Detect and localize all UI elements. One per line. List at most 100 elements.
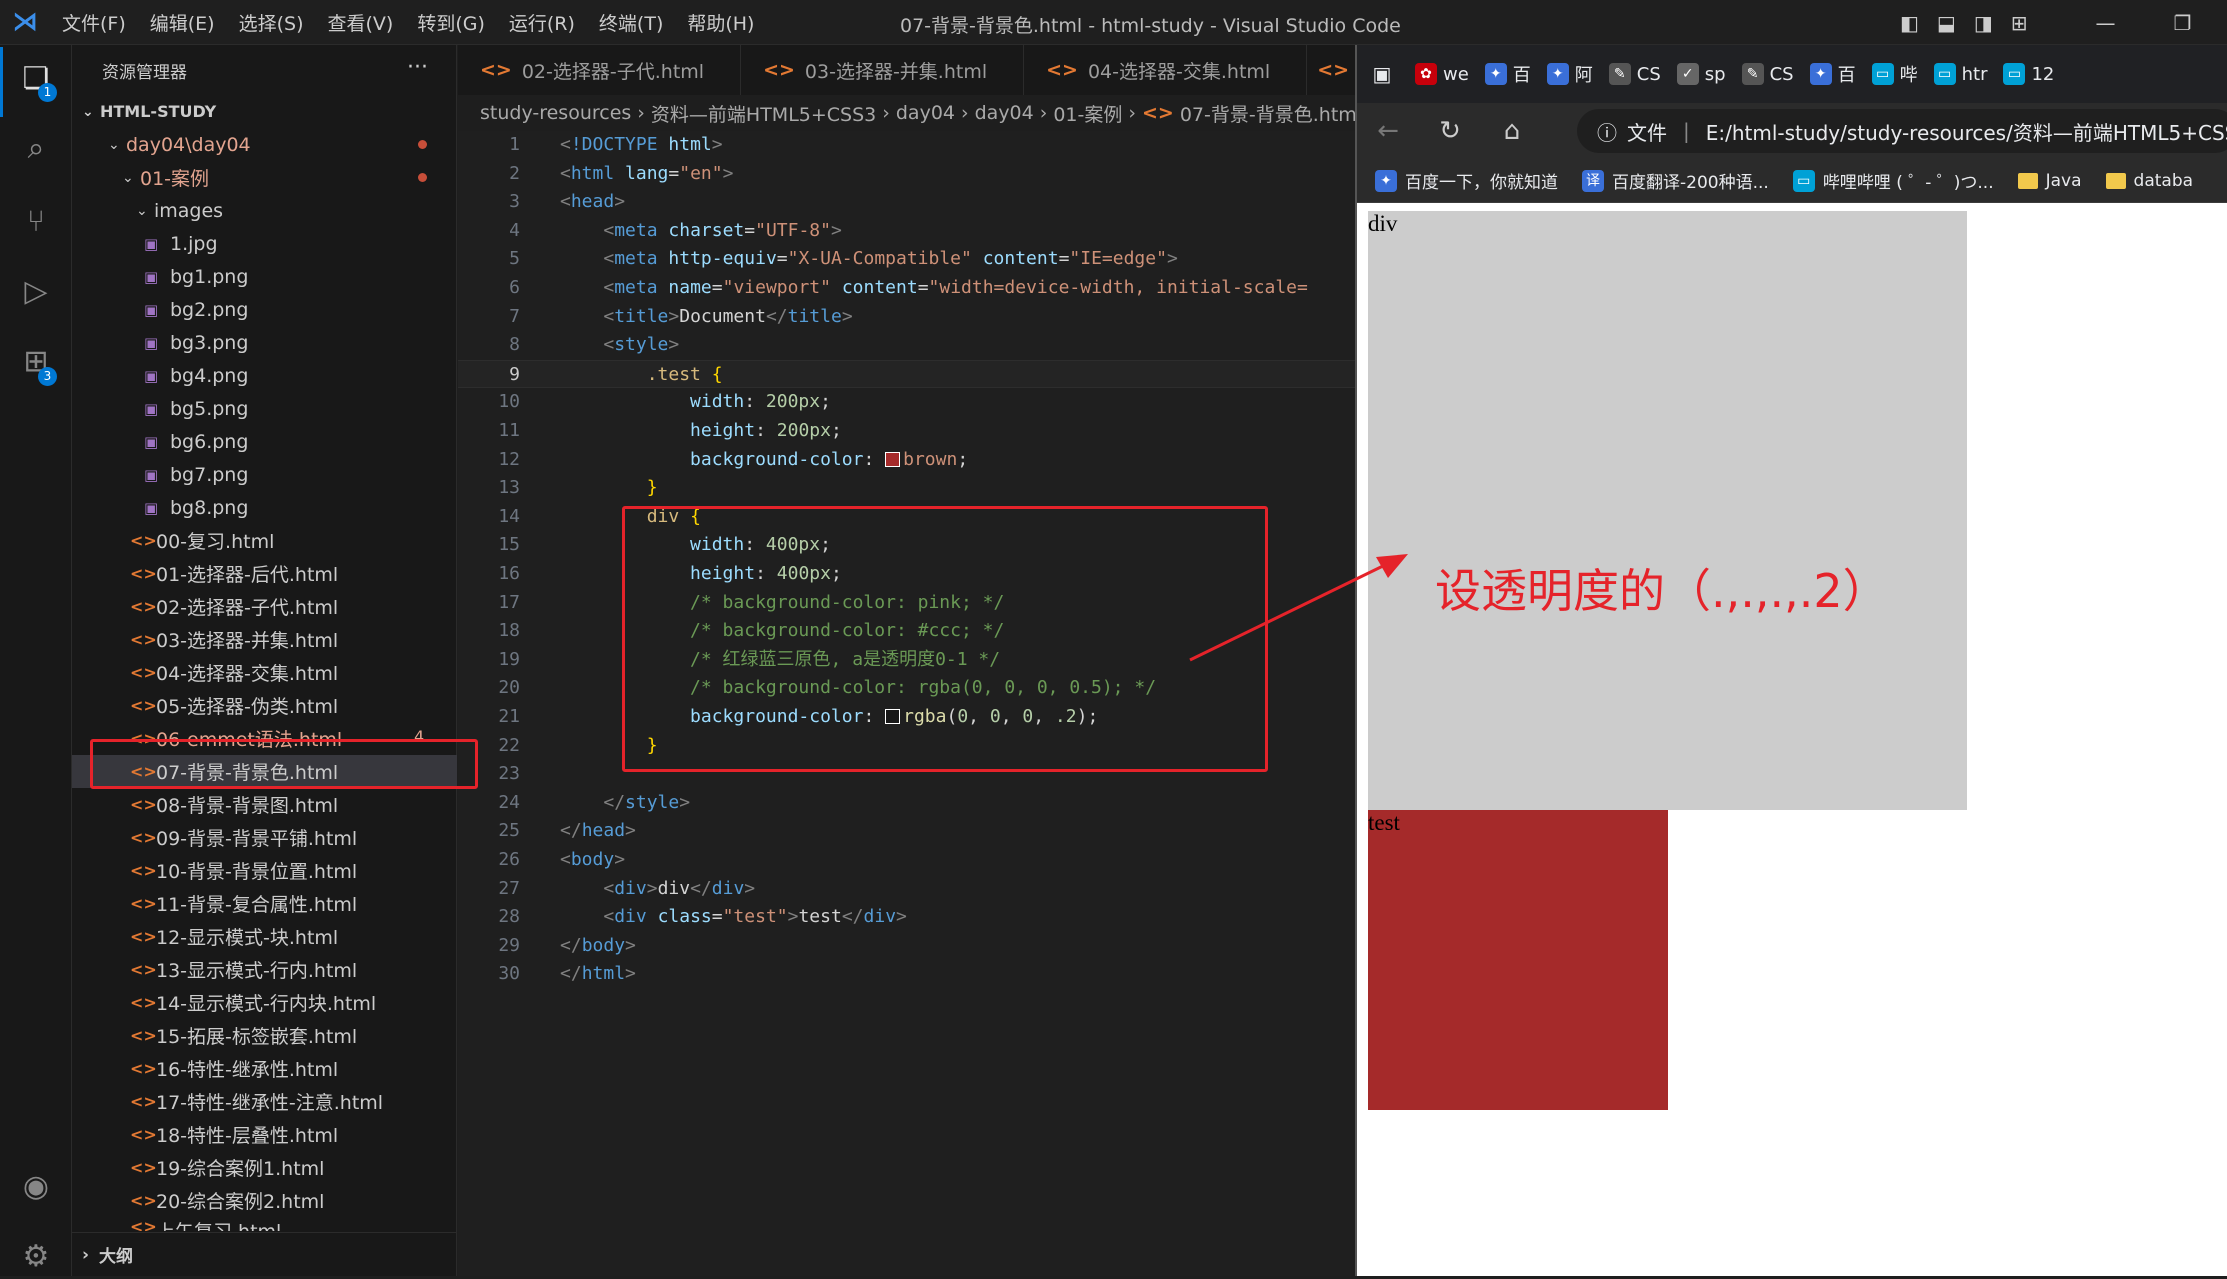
list-item[interactable]: <> 16-特性-继承性.html — [72, 1052, 457, 1085]
back-icon[interactable]: ← — [1357, 116, 1419, 146]
search-icon[interactable]: ⌕ — [14, 127, 58, 171]
browser-tab[interactable]: ✦ 阿 — [1539, 54, 1601, 94]
list-item[interactable]: ▣ bg1.png — [72, 260, 457, 293]
file-label: 11-背景-复合属性.html — [156, 894, 358, 916]
chevron-right-icon: › — [882, 102, 890, 124]
line-number: 25 — [498, 820, 520, 842]
menu-file[interactable]: 文件(F) — [50, 9, 138, 36]
list-item[interactable]: <> 08-背景-背景图.html — [72, 788, 457, 821]
bookmark-folder[interactable]: Java — [2017, 171, 2082, 191]
toggle-sidebar-icon[interactable]: ◧ — [1900, 11, 1919, 35]
browser-tab[interactable]: ✎ CS — [1601, 54, 1669, 94]
breadcrumb-item[interactable]: day04 — [975, 102, 1034, 124]
activity-bar: ❏ 1 ⌕ ⑂ ▷ ⊞ 3 ◉ ⚙ — [0, 45, 72, 1276]
bookmark-folder[interactable]: databa — [2105, 171, 2193, 191]
folder-images[interactable]: ⌄ images — [72, 194, 457, 227]
tab-03[interactable]: <> 03-选择器-并集.html — [741, 45, 1025, 95]
browser-tab[interactable]: ▭ 12 — [1995, 54, 2062, 94]
outline-section[interactable]: › 大纲 — [72, 1232, 457, 1276]
list-item[interactable]: <> 01-选择器-后代.html — [72, 557, 457, 590]
csdn-favicon-icon: ✎ — [1741, 63, 1764, 85]
list-item[interactable]: <> 09-背景-背景平铺.html — [72, 821, 457, 854]
list-item[interactable]: <> 13-显示模式-行内.html — [72, 953, 457, 986]
list-item[interactable]: ▣ bg4.png — [72, 359, 457, 392]
folder-cases[interactable]: ⌄ 01-案例 — [72, 161, 457, 194]
tree-root[interactable]: ⌄ HTML-STUDY — [72, 95, 457, 128]
list-item[interactable]: <> 10-背景-背景位置.html — [72, 854, 457, 887]
account-icon[interactable]: ◉ — [14, 1165, 58, 1209]
list-item[interactable]: <> 03-选择器-并集.html — [72, 623, 457, 656]
breadcrumb-item[interactable]: 01-案例 — [1053, 100, 1122, 127]
breadcrumb-item[interactable]: day04 — [896, 102, 955, 124]
list-item[interactable]: ▣ bg2.png — [72, 293, 457, 326]
baidu-favicon-icon: ✦ — [1375, 169, 1397, 192]
menu-edit[interactable]: 编辑(E) — [138, 9, 227, 36]
list-item[interactable]: <> 02-选择器-子代.html — [72, 590, 457, 623]
info-icon[interactable]: ⓘ — [1597, 117, 1617, 146]
code-line: 13 } — [458, 474, 1355, 503]
color-swatch[interactable] — [885, 451, 901, 467]
browser-tab[interactable]: ▭ 哔 — [1864, 54, 1926, 94]
list-item[interactable]: ▣ 1.jpg — [72, 227, 457, 260]
browser-tab[interactable]: ✿ we — [1407, 54, 1477, 94]
reload-icon[interactable]: ↻ — [1419, 116, 1481, 146]
html-file-icon: <> — [130, 861, 157, 880]
list-item[interactable]: <>上午复习.html — [72, 1217, 457, 1231]
list-item[interactable]: ▣ bg7.png — [72, 458, 457, 491]
list-item[interactable]: <> 04-选择器-交集.html — [72, 656, 457, 689]
run-debug-icon[interactable]: ▷ — [14, 270, 58, 314]
list-item[interactable]: <> 11-背景-复合属性.html — [72, 887, 457, 920]
customize-layout-icon[interactable]: ⊞ — [2011, 11, 2028, 35]
list-item[interactable]: <> 17-特性-继承性-注意.html — [72, 1085, 457, 1118]
bookmark-item[interactable]: ▭ 哔哩哔哩 ( ゜- ゜)つ... — [1792, 168, 1994, 193]
editor-tabs: <> 02-选择器-子代.html <> 03-选择器-并集.html <> 04-选… — [458, 45, 1371, 95]
list-item[interactable]: <> 20-综合案例2.html — [72, 1184, 457, 1217]
extensions-badge: 3 — [38, 367, 57, 386]
tab-actions-icon[interactable]: ▣ — [1357, 62, 1407, 86]
browser-tab[interactable]: ✦ 百 — [1802, 54, 1864, 94]
list-item[interactable]: ▣ bg6.png — [72, 425, 457, 458]
source-control-icon[interactable]: ⑂ — [14, 200, 58, 244]
window-title: 07-背景-背景色.html - html-study - Visual Stu… — [900, 15, 1401, 37]
list-item[interactable]: <> 12-显示模式-块.html — [72, 920, 457, 953]
list-item[interactable]: ▣ bg5.png — [72, 392, 457, 425]
line-number: 11 — [498, 420, 520, 441]
list-item[interactable]: <> 18-特性-层叠性.html — [72, 1118, 457, 1151]
minimize-icon[interactable]: — — [2095, 11, 2115, 35]
tab-02[interactable]: <> 02-选择器-子代.html — [458, 45, 742, 95]
breadcrumb-item[interactable]: 资料—前端HTML5+CSS3 — [651, 100, 876, 127]
browser-tab[interactable]: ✎ CS — [1734, 54, 1802, 94]
list-item[interactable]: <> 15-拓展-标签嵌套.html — [72, 1019, 457, 1052]
menu-run[interactable]: 运行(R) — [497, 9, 587, 36]
code-line: 2 <html lang="en"> — [458, 160, 1355, 189]
code-text: } — [646, 477, 658, 499]
browser-tab[interactable]: ▭ htr — [1926, 54, 1996, 94]
folder-day04[interactable]: ⌄ day04\day04 — [72, 128, 457, 161]
settings-gear-icon[interactable]: ⚙ — [14, 1235, 58, 1279]
breadcrumb-item[interactable]: study-resources — [480, 102, 631, 124]
list-item[interactable]: <> 19-综合案例1.html — [72, 1151, 457, 1184]
tab-04[interactable]: <> 04-选择器-交集.html — [1024, 45, 1308, 95]
bookmark-item[interactable]: 译百度翻译-200种语... — [1582, 168, 1769, 193]
list-item[interactable]: <> 14-显示模式-行内块.html — [72, 986, 457, 1019]
list-item[interactable]: ▣ bg3.png — [72, 326, 457, 359]
menu-view[interactable]: 查看(V) — [316, 9, 406, 36]
address-bar[interactable]: ⓘ 文件 | E:/html-study/study-resources/资料—… — [1577, 109, 2227, 153]
list-item[interactable]: <> 00-复习.html — [72, 524, 457, 557]
restore-icon[interactable]: ❐ — [2173, 11, 2191, 35]
toggle-secondary-sidebar-icon[interactable]: ◨ — [1974, 11, 1993, 35]
line-number: 21 — [498, 706, 520, 727]
browser-tab[interactable]: ✓ sp — [1669, 54, 1734, 94]
list-item[interactable]: ▣ bg8.png — [72, 491, 457, 524]
breadcrumb-item[interactable]: 07-背景-背景色.html — [1180, 100, 1355, 127]
menu-terminal[interactable]: 终端(T) — [587, 9, 675, 36]
browser-tab[interactable]: ✦ 百 — [1477, 54, 1539, 94]
home-icon[interactable]: ⌂ — [1481, 116, 1543, 146]
menu-go[interactable]: 转到(G) — [405, 9, 497, 36]
list-item[interactable]: <> 05-选择器-伪类.html — [72, 689, 457, 722]
menu-selection[interactable]: 选择(S) — [227, 9, 316, 36]
more-actions-icon[interactable]: ··· — [407, 55, 428, 80]
bookmark-item[interactable]: ✦ 百度一下，你就知道 — [1375, 168, 1558, 193]
toggle-panel-icon[interactable]: ⬓ — [1937, 11, 1956, 35]
menu-help[interactable]: 帮助(H) — [675, 9, 766, 36]
